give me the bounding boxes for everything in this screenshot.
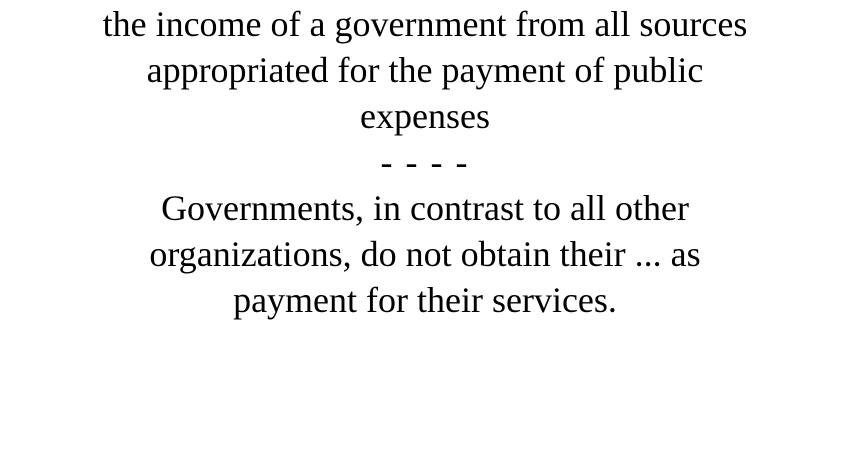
example-line: payment for their services. bbox=[233, 280, 617, 320]
definition-text: the income of a government from all sour… bbox=[0, 1, 850, 139]
example-line: organizations, do not obtain their ... a… bbox=[149, 234, 701, 274]
example-line: Governments, in contrast to all other bbox=[161, 188, 689, 228]
definition-line: expenses bbox=[360, 96, 490, 136]
separator: - - - - bbox=[380, 142, 470, 182]
example-sentence: Governments, in contrast to all other or… bbox=[0, 185, 850, 323]
definition-line: appropriated for the payment of public bbox=[146, 50, 704, 90]
flashcard: the income of a government from all sour… bbox=[0, 0, 850, 475]
definition-line: the income of a government from all sour… bbox=[102, 4, 748, 44]
